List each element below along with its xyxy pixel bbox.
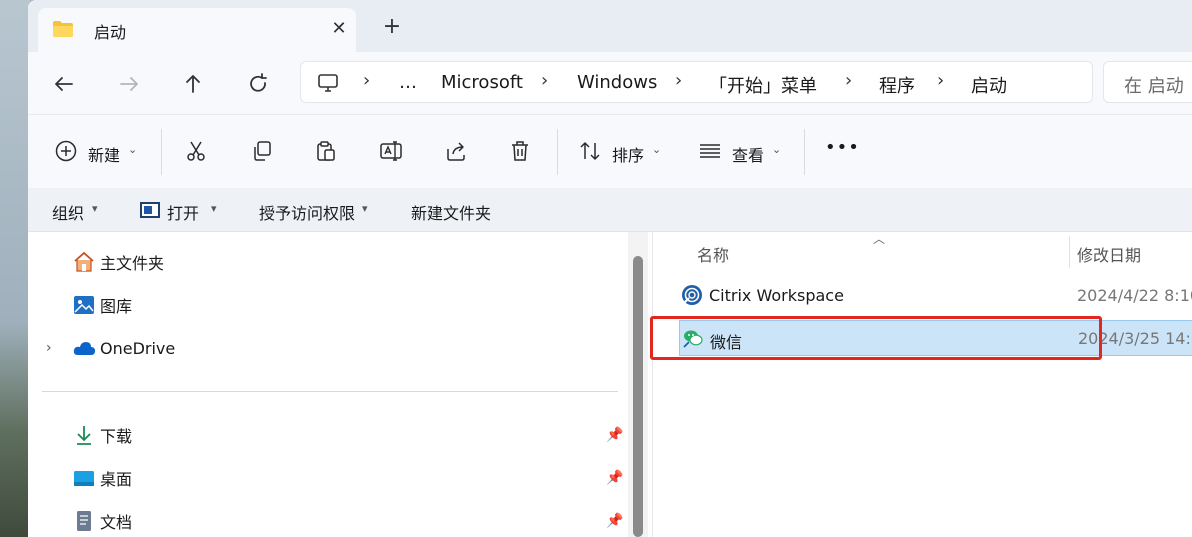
file-row-selected[interactable]: 微信 2024/3/25 14:0 [679, 320, 1192, 356]
file-list: ︿ 名称 修改日期 Citrix Workspace 2024/4/22 8:1… [652, 232, 1192, 537]
chevron-right-icon[interactable]: › [675, 70, 682, 91]
sort-button[interactable]: 排序 [612, 142, 644, 166]
rename-icon[interactable] [379, 139, 403, 163]
nav-item-downloads[interactable]: 下载 [72, 421, 132, 449]
new-tab-button[interactable]: + [380, 16, 404, 40]
address-bar[interactable]: › … Microsoft › Windows › 「开始」菜单 › 程序 › … [300, 61, 1093, 103]
scrollbar-thumb[interactable] [633, 256, 643, 537]
nav-item-gallery[interactable]: 图库 [72, 291, 132, 319]
pin-icon: 📌 [606, 470, 624, 486]
download-icon [77, 426, 91, 445]
caret-down-icon[interactable]: ▾ [211, 202, 217, 215]
secondary-toolbar: 组织 ▾ 打开 ▾ 授予访问权限 ▾ 新建文件夹 [28, 188, 1192, 232]
paste-icon[interactable] [314, 139, 338, 163]
caret-down-icon[interactable]: ▾ [92, 202, 98, 215]
cloud-icon [73, 342, 95, 355]
desktop-icon [74, 471, 94, 486]
copy-icon[interactable] [250, 139, 274, 163]
wechat-icon [683, 330, 703, 348]
breadcrumb-microsoft[interactable]: Microsoft [441, 72, 523, 93]
chevron-right-icon: › [363, 70, 371, 91]
column-header-modified[interactable]: 修改日期 [1077, 242, 1141, 266]
pin-icon: 📌 [606, 513, 624, 529]
refresh-icon [250, 73, 267, 92]
nav-item-desktop[interactable]: 桌面 [72, 464, 132, 492]
arrow-left-icon [55, 77, 73, 91]
sort-icon[interactable] [578, 139, 602, 163]
delete-icon[interactable] [508, 139, 532, 163]
gallery-icon [74, 296, 94, 314]
nav-item-onedrive[interactable]: OneDrive [72, 334, 175, 362]
file-row[interactable]: Citrix Workspace 2024/4/22 8:10 [679, 278, 1192, 314]
chevron-right-icon[interactable]: › [541, 70, 548, 91]
divider [42, 391, 618, 392]
divider [804, 129, 805, 175]
breadcrumb-start-menu[interactable]: 「开始」菜单 [709, 72, 817, 98]
search-input[interactable]: 在 启动 [1103, 61, 1192, 103]
folder-icon [53, 21, 73, 37]
tab-startup[interactable]: 启动 ✕ [38, 8, 356, 52]
chevron-right-icon[interactable]: › [46, 340, 52, 356]
new-folder-button[interactable]: 新建文件夹 [411, 200, 491, 224]
chevron-down-icon[interactable]: ⌄ [128, 143, 137, 156]
caret-down-icon[interactable]: ▾ [362, 202, 368, 215]
sort-ascending-icon: ︿ [873, 232, 886, 246]
grant-access-menu[interactable]: 授予访问权限 [259, 200, 355, 224]
share-icon[interactable] [444, 139, 468, 163]
home-icon [74, 251, 94, 272]
view-icon[interactable] [698, 139, 722, 163]
chevron-right-icon[interactable]: › [845, 70, 852, 91]
tab-title: 启动 [94, 23, 127, 42]
column-header-name[interactable]: 名称 [697, 242, 729, 266]
breadcrumb-startup[interactable]: 启动 [971, 72, 1007, 98]
chevron-down-icon[interactable]: ⌄ [772, 143, 781, 156]
more-options-button[interactable]: ••• [825, 137, 860, 158]
file-explorer-window: 启动 ✕ + › … Microsoft › Windows › 「开始」菜单 … [28, 0, 1192, 537]
divider [557, 129, 558, 175]
arrow-right-icon [120, 77, 138, 91]
navigation-pane: 主文件夹 图库 › OneDrive 下载 📌 桌面 📌 文档 📌 [28, 232, 648, 537]
cut-icon[interactable] [184, 139, 208, 163]
open-icon [140, 202, 160, 218]
open-menu[interactable]: 打开 [167, 200, 199, 224]
forward-button[interactable] [113, 68, 145, 100]
column-divider[interactable] [1069, 236, 1070, 268]
navigation-bar: › … Microsoft › Windows › 「开始」菜单 › 程序 › … [28, 52, 1192, 114]
breadcrumb-windows[interactable]: Windows [577, 72, 657, 93]
desktop-background [0, 0, 30, 537]
citrix-icon [682, 285, 702, 305]
computer-icon [318, 74, 338, 92]
refresh-button[interactable] [242, 68, 274, 100]
document-icon [77, 511, 91, 531]
back-button[interactable] [48, 68, 80, 100]
close-icon[interactable]: ✕ [328, 18, 350, 40]
divider [161, 129, 162, 175]
chevron-right-icon[interactable]: › [937, 70, 944, 91]
pin-icon: 📌 [606, 427, 624, 443]
nav-item-home[interactable]: 主文件夹 [72, 248, 164, 276]
arrow-up-icon [186, 75, 200, 93]
view-button[interactable]: 查看 [732, 142, 764, 166]
plus-circle-icon[interactable] [54, 139, 78, 163]
breadcrumb-programs[interactable]: 程序 [879, 72, 915, 98]
tab-bar: 启动 ✕ + [28, 0, 1192, 52]
up-button[interactable] [177, 68, 209, 100]
new-button[interactable]: 新建 [88, 142, 120, 166]
organize-menu[interactable]: 组织 [52, 200, 84, 224]
command-bar: 新建 ⌄ 排序 ⌄ 查看 ⌄ ••• [28, 114, 1192, 188]
nav-item-documents[interactable]: 文档 [72, 507, 132, 535]
breadcrumb-more[interactable]: … [399, 72, 417, 93]
chevron-down-icon[interactable]: ⌄ [652, 143, 661, 156]
